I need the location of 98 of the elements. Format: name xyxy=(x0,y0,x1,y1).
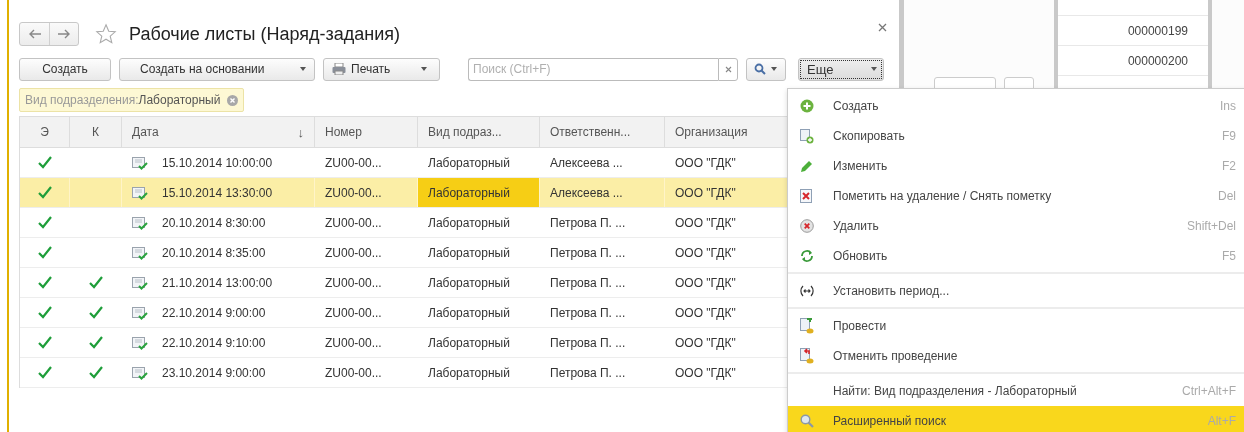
table-cell-text: ООО "ГДК" xyxy=(674,274,737,292)
refresh-icon xyxy=(800,250,814,262)
document-check-icon xyxy=(132,215,148,230)
table-cell-text: Петрова П. ... xyxy=(549,304,627,322)
menu-item[interactable]: Отменить проведение xyxy=(788,341,1244,371)
search-button[interactable] xyxy=(746,57,786,81)
table-cell: 15.10.2014 13:30:00 xyxy=(122,178,315,207)
post-document-icon xyxy=(800,318,814,334)
document-check-icon xyxy=(132,335,148,350)
filter-chip[interactable]: Вид подразделения:Лабораторный xyxy=(19,88,245,112)
window-title: Рабочие листы (Наряд-задания) xyxy=(129,23,401,45)
table-cell-text: Лабораторный xyxy=(427,244,511,262)
menu-item[interactable]: Изменить F2 xyxy=(788,151,1244,181)
period-icon xyxy=(800,285,814,297)
search-icon xyxy=(754,63,766,75)
copy-document-icon xyxy=(800,128,814,144)
table-cell-text: ZU00-00... xyxy=(324,334,383,352)
right-arrow-icon xyxy=(57,29,71,39)
left-arrow-icon xyxy=(27,29,42,39)
document-check-icon xyxy=(132,305,148,320)
column-header[interactable]: К xyxy=(70,117,122,147)
table-cell: 22.10.2014 9:00:00 xyxy=(122,298,315,327)
menu-item[interactable]: Расширенный поиск Alt+F xyxy=(788,406,1244,432)
table-cell: 000000199 xyxy=(1058,16,1208,46)
table-cell-text: Лабораторный xyxy=(427,304,511,322)
sort-indicator: ↓ xyxy=(297,124,304,140)
close-icon[interactable] xyxy=(878,22,887,32)
table-cell-text: ООО "ГДК" xyxy=(674,214,737,232)
table-cell-text: ООО "ГДК" xyxy=(674,334,737,352)
table-cell-text: ZU00-00... xyxy=(324,214,383,232)
table-cell-text: Лабораторный xyxy=(427,274,511,292)
toolbar-button[interactable]: Создать xyxy=(19,57,111,81)
caret-icon xyxy=(421,67,427,71)
menu-item[interactable]: Установить период... xyxy=(788,276,1244,306)
menu-item[interactable]: Создать Ins xyxy=(788,91,1244,121)
document-check-icon xyxy=(132,185,148,200)
document-check-icon xyxy=(132,275,148,290)
menu-item[interactable]: Пометить на удаление / Снять пометку Del xyxy=(788,181,1244,211)
document-check-icon xyxy=(132,365,148,380)
table-cell-text: ZU00-00... xyxy=(324,304,383,322)
document-check-icon xyxy=(132,245,148,260)
table-cell-text: ООО "ГДК" xyxy=(674,244,737,262)
magnifier-icon xyxy=(800,414,814,428)
unpost-document-icon xyxy=(800,348,814,364)
star-icon[interactable] xyxy=(95,23,117,45)
table-cell: 20.10.2014 8:30:00 xyxy=(122,208,315,237)
table-cell-text: ООО "ГДК" xyxy=(674,364,737,382)
table-cell-text: Лабораторный xyxy=(427,214,511,232)
menu-item[interactable]: Удалить Shift+Del xyxy=(788,211,1244,241)
table-cell: 21.10.2014 13:00:00 xyxy=(122,268,315,297)
table-cell-text: Петрова П. ... xyxy=(549,244,627,262)
document-cross-icon xyxy=(800,189,812,203)
table-cell-text: Петрова П. ... xyxy=(549,214,627,232)
column-header[interactable]: Номер xyxy=(315,117,418,147)
table-cell-text: Петрова П. ... xyxy=(549,274,627,292)
caret-icon xyxy=(771,67,777,71)
table-cell: 22.10.2014 9:10:00 xyxy=(122,328,315,357)
table-cell-text: ZU00-00... xyxy=(324,154,383,172)
table-cell-text: ZU00-00... xyxy=(324,274,383,292)
plus-circle-icon xyxy=(800,99,814,113)
table-cell-text: Лабораторный xyxy=(427,364,511,382)
menu-item[interactable]: Обновить F5 xyxy=(788,241,1244,271)
caret-icon xyxy=(300,67,306,71)
table-cell-text: ООО "ГДК" xyxy=(674,154,737,172)
filter-label: Вид подразделения: xyxy=(25,93,139,107)
filter-value: Лабораторный xyxy=(138,93,221,107)
printer-icon xyxy=(332,63,346,75)
table-cell-text: Лабораторный xyxy=(427,154,511,172)
table-cell-text: Алексеева ... xyxy=(549,154,624,172)
toolbar-button[interactable]: Печать xyxy=(323,57,440,81)
toolbar-button[interactable]: Создать на основании xyxy=(119,57,315,81)
delete-circle-icon xyxy=(800,219,814,233)
document-check-icon xyxy=(132,155,148,170)
menu-item[interactable]: Скопировать F9 xyxy=(788,121,1244,151)
table-cell: Алексеева ... xyxy=(540,178,665,207)
table-cell-text: ZU00-00... xyxy=(324,364,383,382)
remove-icon[interactable] xyxy=(227,94,239,106)
pencil-icon xyxy=(800,159,813,173)
table-cell: 15.10.2014 10:00:00 xyxy=(122,148,315,177)
table-cell: 20.10.2014 8:35:00 xyxy=(122,238,315,267)
column-header[interactable]: Э xyxy=(20,117,70,147)
search-field[interactable]: Поиск (Ctrl+F) xyxy=(468,57,718,81)
table-cell: 000000200 xyxy=(1058,46,1208,76)
table-cell: 23.10.2014 9:00:00 xyxy=(122,358,315,387)
column-header[interactable]: Ответственн... xyxy=(540,117,665,147)
menu-item[interactable]: Провести xyxy=(788,311,1244,341)
table-cell-text: Петрова П. ... xyxy=(549,364,627,382)
caret-icon xyxy=(871,67,877,71)
table-cell-text: Лабораторный xyxy=(427,334,511,352)
table-cell-text: ООО "ГДК" xyxy=(674,304,737,322)
more-button[interactable]: Еще xyxy=(798,57,884,81)
table-cell-text: Петрова П. ... xyxy=(549,334,627,352)
column-header[interactable]: Дата ↓ xyxy=(122,117,315,147)
menu-item[interactable]: Найти: Вид подразделения - Лабораторный Ctrl+Alt+F xyxy=(788,376,1244,406)
table-cell-text: ZU00-00... xyxy=(324,244,383,262)
column-header[interactable]: Вид подраз... xyxy=(418,117,540,147)
clear-icon[interactable] xyxy=(718,57,738,81)
table-cell: Лабораторный xyxy=(418,178,540,207)
